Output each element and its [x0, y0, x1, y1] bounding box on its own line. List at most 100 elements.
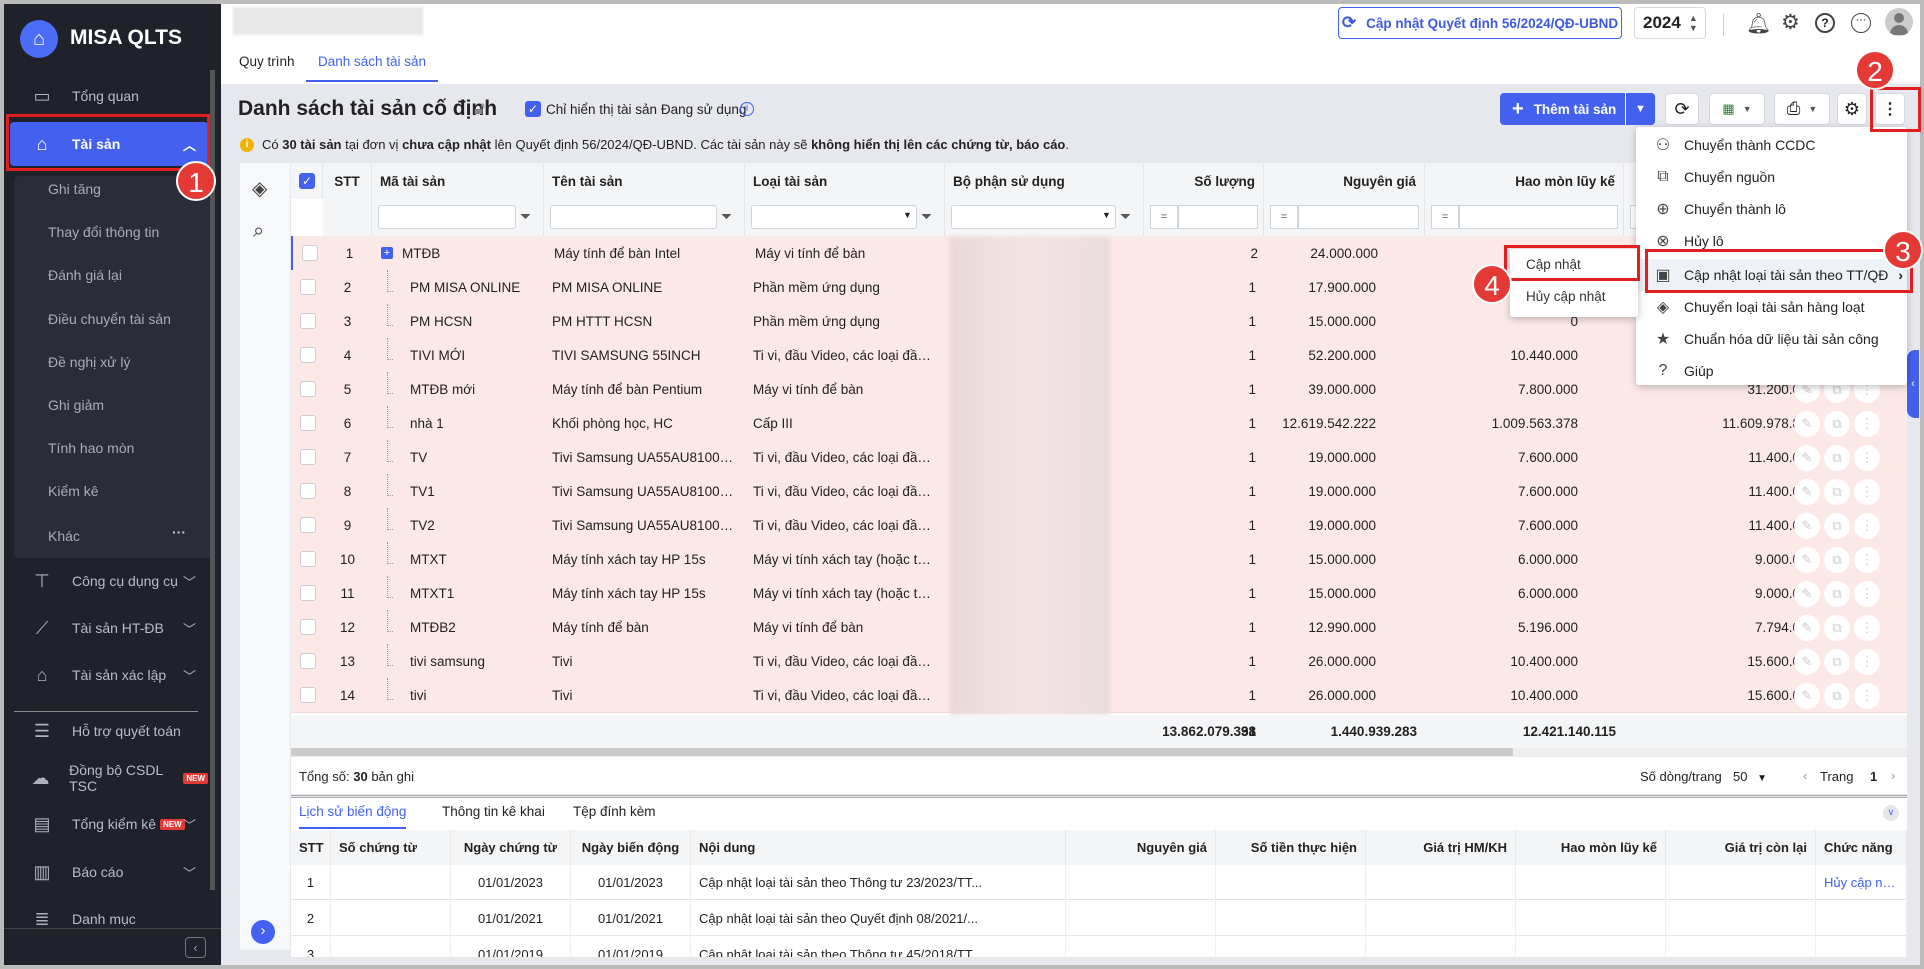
- filter-icon[interactable]: ⏷: [520, 208, 531, 225]
- expand-button[interactable]: ›: [251, 920, 275, 944]
- active-only-checkbox[interactable]: ✓: [525, 101, 541, 117]
- more-apps-icon[interactable]: ···: [1851, 13, 1871, 33]
- menu-item-3[interactable]: ⊗ Hủy lô: [1636, 225, 1907, 257]
- search-icon[interactable]: ⌕: [253, 220, 264, 243]
- copy-icon[interactable]: ⧉: [1824, 547, 1850, 573]
- sidebar-subitem[interactable]: Khác: [48, 528, 80, 544]
- sidebar-subitem[interactable]: Tính hao mòn: [48, 440, 134, 456]
- update-decision-button[interactable]: ⟳ Cập nhật Quyết định 56/2024/QĐ-UBND: [1338, 7, 1622, 39]
- filter-input[interactable]: [378, 205, 516, 229]
- sidebar-subitem[interactable]: Kiểm kê: [48, 483, 99, 499]
- dropdown-icon[interactable]: ▼: [903, 210, 912, 220]
- history-row[interactable]: 3 01/01/2019 01/01/2019 Cập nhật loại tài s…: [291, 937, 1907, 958]
- row-checkbox[interactable]: [300, 449, 316, 465]
- sidebar-subitem[interactable]: Đánh giá lại: [48, 267, 122, 283]
- copy-icon[interactable]: ⧉: [1824, 513, 1850, 539]
- more-vertical-icon[interactable]: ⋮: [1854, 649, 1880, 675]
- filter-input[interactable]: [550, 205, 717, 229]
- edit-icon[interactable]: ✎: [1794, 445, 1820, 471]
- column-header[interactable]: Nguyên giá: [1264, 163, 1425, 199]
- more-vertical-icon[interactable]: ⋮: [1854, 615, 1880, 641]
- layers-icon[interactable]: ◈: [252, 176, 267, 201]
- copy-icon[interactable]: ⧉: [1824, 683, 1850, 709]
- sidebar-item-5[interactable]: ☰ Hỗ trợ quyết toán: [10, 711, 208, 751]
- add-asset-dropdown[interactable]: ▼: [1625, 93, 1655, 125]
- sidebar-item-7[interactable]: ▤ Tổng kiểm kê NEW ﹀: [10, 804, 208, 844]
- menu-item-6[interactable]: ★ Chuẩn hóa dữ liệu tài sản công: [1636, 323, 1907, 355]
- menu-item-2[interactable]: ⊕ Chuyển thành lô: [1636, 193, 1907, 225]
- dropdown-icon[interactable]: ▼: [1102, 210, 1111, 220]
- copy-icon[interactable]: ⧉: [1824, 649, 1850, 675]
- copy-icon[interactable]: ⧉: [1824, 411, 1850, 437]
- edit-icon[interactable]: ✎: [1794, 547, 1820, 573]
- row-checkbox[interactable]: [300, 687, 316, 703]
- column-header[interactable]: Bộ phận sử dụng: [945, 163, 1144, 199]
- row-checkbox[interactable]: [300, 585, 316, 601]
- row-checkbox[interactable]: [300, 619, 316, 635]
- cancel-update-link[interactable]: Hủy cập nhật: [1816, 865, 1907, 900]
- submenu-update[interactable]: Cập nhật: [1526, 257, 1581, 272]
- chevron-down-icon[interactable]: ﹀: [183, 863, 196, 882]
- column-header[interactable]: Tên tài sản: [544, 163, 745, 199]
- history-row[interactable]: 2 01/01/2021 01/01/2021 Cập nhật loại tài s…: [291, 901, 1907, 936]
- menu-item-7[interactable]: ? Giúp: [1636, 355, 1907, 387]
- sidebar-item-9[interactable]: ≣ Danh mục: [10, 899, 208, 939]
- menu-item-4[interactable]: ▣ Cập nhật loại tài sản theo TT/QĐ ›: [1636, 259, 1907, 291]
- sidebar-subitem[interactable]: Ghi giảm: [48, 397, 104, 413]
- sidebar-subitem[interactable]: Thay đổi thông tin: [48, 224, 159, 240]
- settings-button[interactable]: ⚙: [1837, 93, 1867, 125]
- column-header[interactable]: Mã tài sản: [372, 163, 544, 199]
- more-dots-icon[interactable]: ···: [172, 524, 186, 540]
- row-checkbox[interactable]: [300, 517, 316, 533]
- row-checkbox[interactable]: [300, 347, 316, 363]
- excel-export-button[interactable]: ▦ ▼: [1709, 93, 1765, 125]
- more-options-button[interactable]: ⋮: [1875, 93, 1905, 125]
- cancel-update-link[interactable]: [1816, 937, 1907, 957]
- more-vertical-icon[interactable]: ⋮: [1854, 411, 1880, 437]
- filter-operator[interactable]: =: [1431, 205, 1459, 229]
- filter-operator[interactable]: =: [1270, 205, 1298, 229]
- menu-item-0[interactable]: ⚇ Chuyển thành CCDC: [1636, 129, 1907, 161]
- edit-icon[interactable]: ✎: [1794, 581, 1820, 607]
- menu-item-1[interactable]: ⧉ Chuyển nguồn: [1636, 161, 1907, 193]
- sidebar-item-6[interactable]: ☁ Đồng bộ CSDL TSC NEW: [10, 758, 208, 798]
- filter-input[interactable]: [951, 205, 1116, 229]
- sidebar-item-2[interactable]: ⊤ Công cụ dụng cụ ﹀: [10, 561, 208, 601]
- prev-page-button[interactable]: ‹: [1803, 768, 1807, 783]
- sidebar-item-0[interactable]: ▭ Tổng quan: [10, 76, 208, 116]
- more-vertical-icon[interactable]: ⋮: [1854, 581, 1880, 607]
- next-page-button[interactable]: ›: [1891, 768, 1895, 783]
- more-vertical-icon[interactable]: ⋮: [1854, 445, 1880, 471]
- help-icon[interactable]: ?: [1815, 13, 1835, 33]
- edit-icon[interactable]: ✎: [1794, 615, 1820, 641]
- horizontal-scrollbar[interactable]: [291, 748, 1907, 756]
- sidebar-subitem[interactable]: Điều chuyển tài sản: [48, 311, 171, 327]
- history-row[interactable]: 1 01/01/2023 01/01/2023 Cập nhật loại tài s…: [291, 865, 1907, 900]
- edit-icon[interactable]: ✎: [1794, 513, 1820, 539]
- more-vertical-icon[interactable]: ⋮: [1854, 479, 1880, 505]
- row-checkbox[interactable]: [300, 483, 316, 499]
- sidebar-item-3[interactable]: ⟋ Tài sản HT-ĐB ﹀: [10, 608, 208, 648]
- sidebar-subitem[interactable]: Ghi tăng: [48, 181, 101, 197]
- chevron-down-icon[interactable]: ﹀: [183, 815, 196, 834]
- sidebar-item-4[interactable]: ⌂ Tài sản xác lập ﹀: [10, 655, 208, 695]
- reload-button[interactable]: ⟳: [1665, 93, 1699, 125]
- copy-icon[interactable]: ⧉: [1824, 479, 1850, 505]
- row-checkbox[interactable]: [300, 551, 316, 567]
- filter-operator[interactable]: =: [1150, 205, 1178, 229]
- sidebar-item-8[interactable]: ▥ Báo cáo ﹀: [10, 852, 208, 892]
- bottom-tab[interactable]: Lịch sử biến động: [299, 804, 407, 829]
- side-panel-toggle[interactable]: ‹: [1907, 350, 1919, 418]
- row-checkbox[interactable]: [300, 653, 316, 669]
- collapse-panel-icon[interactable]: v: [1883, 805, 1899, 821]
- row-checkbox[interactable]: [300, 381, 316, 397]
- menu-item-5[interactable]: ◈ Chuyển loại tài sản hàng loạt: [1636, 291, 1907, 323]
- copy-icon[interactable]: ⧉: [1824, 615, 1850, 641]
- edit-icon[interactable]: ✎: [1794, 479, 1820, 505]
- info-icon[interactable]: i: [740, 102, 754, 116]
- expand-tree-icon[interactable]: +: [381, 247, 393, 259]
- tab-quy-trinh[interactable]: Quy trình: [239, 54, 295, 69]
- cancel-update-link[interactable]: [1816, 901, 1907, 936]
- chevron-down-icon[interactable]: ﹀: [183, 619, 196, 638]
- more-vertical-icon[interactable]: ⋮: [1854, 547, 1880, 573]
